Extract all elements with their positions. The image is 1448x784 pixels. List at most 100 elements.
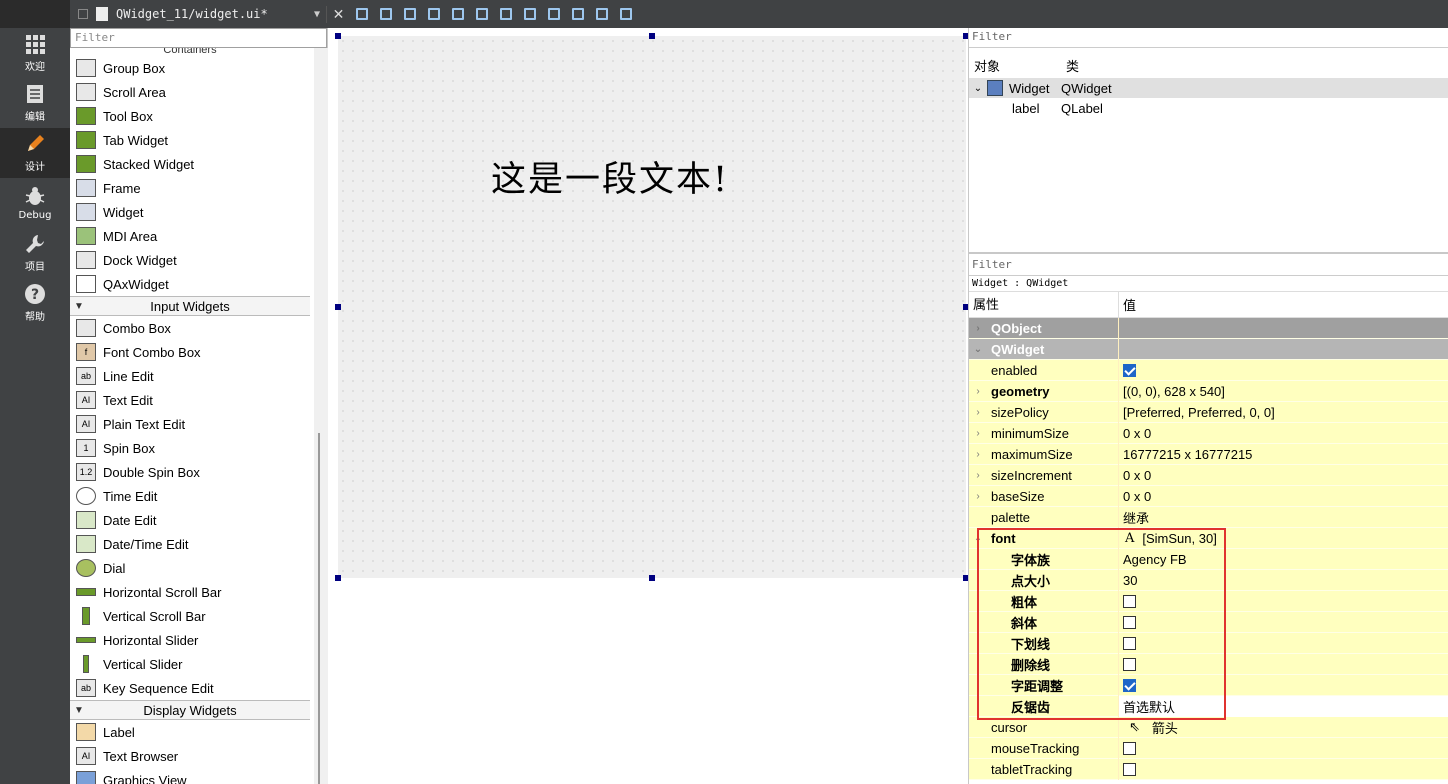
widget-item-double-spin-box[interactable]: 1.2 Double Spin Box — [70, 460, 310, 484]
widget-item-plain-text-edit[interactable]: AI Plain Text Edit — [70, 412, 310, 436]
mode-welcome[interactable]: 欢迎 — [0, 28, 70, 78]
property-row-cursor[interactable]: cursor ⇖ 箭头 — [969, 716, 1448, 738]
column-property[interactable]: 属性 — [969, 291, 1119, 318]
category-header-containers[interactable]: Containers — [70, 48, 310, 56]
property-row-geometry[interactable]: › geometry [(0, 0), 628 x 540] — [969, 380, 1448, 402]
resize-handle[interactable] — [649, 575, 655, 581]
mode-debug[interactable]: Debug — [0, 178, 70, 228]
property-row-sizepolicy[interactable]: › sizePolicy [Preferred, Preferred, 0, 0] — [969, 401, 1448, 423]
widget-item-combo-box[interactable]: Combo Box — [70, 316, 310, 340]
widget-item-key-sequence-edit[interactable]: ab Key Sequence Edit — [70, 676, 310, 700]
property-value[interactable]: 首选默认 — [1119, 695, 1448, 717]
property-value[interactable]: 30 — [1119, 573, 1137, 588]
category-header-input-widgets[interactable]: ▼ Input Widgets — [70, 296, 310, 316]
adjust-size-button[interactable] — [615, 5, 637, 23]
widget-item-qaxwidget[interactable]: QAxWidget — [70, 272, 310, 296]
property-row-bold[interactable]: 粗体 — [969, 590, 1448, 612]
property-value[interactable]: [Preferred, Preferred, 0, 0] — [1119, 405, 1275, 420]
property-row-basesize[interactable]: › baseSize 0 x 0 — [969, 485, 1448, 507]
mode-design[interactable]: 设计 — [0, 128, 70, 178]
property-row-italic[interactable]: 斜体 — [969, 611, 1448, 633]
widget-item-line-edit[interactable]: ab Line Edit — [70, 364, 310, 388]
widget-item-label[interactable]: Label — [70, 720, 310, 744]
widget-item-widget[interactable]: Widget — [70, 200, 310, 224]
mousetracking-checkbox[interactable] — [1123, 741, 1136, 755]
property-row-strikeout[interactable]: 删除线 — [969, 653, 1448, 675]
property-row-minimumsize[interactable]: › minimumSize 0 x 0 — [969, 422, 1448, 444]
resize-handle[interactable] — [649, 33, 655, 39]
resize-handle[interactable] — [335, 304, 341, 310]
layout-hsplitter-button[interactable] — [495, 5, 517, 23]
widget-item-spin-box[interactable]: 1 Spin Box — [70, 436, 310, 460]
bold-checkbox[interactable] — [1123, 594, 1136, 608]
underline-checkbox[interactable] — [1123, 636, 1136, 650]
widget-item-vertical-scroll-bar[interactable]: Vertical Scroll Bar — [70, 604, 310, 628]
property-value[interactable]: 继承 — [1119, 508, 1149, 527]
mode-edit[interactable]: 编辑 — [0, 78, 70, 128]
column-value[interactable]: 值 — [1119, 295, 1136, 314]
widget-item-font-combo-box[interactable]: f Font Combo Box — [70, 340, 310, 364]
property-row-tablettracking[interactable]: tabletTracking — [969, 758, 1448, 780]
widget-item-scroll-area[interactable]: Scroll Area — [70, 80, 310, 104]
widget-item-stacked-widget[interactable]: Stacked Widget — [70, 152, 310, 176]
category-header-display-widgets[interactable]: ▼ Display Widgets — [70, 700, 310, 720]
column-class[interactable]: 类 — [1061, 56, 1079, 75]
edit-buddies-button[interactable] — [399, 5, 421, 23]
resize-handle[interactable] — [335, 575, 341, 581]
tablettracking-checkbox[interactable] — [1123, 762, 1136, 776]
layout-form-button[interactable] — [543, 5, 565, 23]
label-widget[interactable]: 这是一段文本! — [491, 151, 729, 202]
widget-item-time-edit[interactable]: Time Edit — [70, 484, 310, 508]
property-row-palette[interactable]: palette 继承 — [969, 506, 1448, 528]
property-value[interactable]: 0 x 0 — [1119, 426, 1151, 441]
widget-item-tab-widget[interactable]: Tab Widget — [70, 128, 310, 152]
property-row-maximumsize[interactable]: › maximumSize 16777215 x 16777215 — [969, 443, 1448, 465]
widget-item-frame[interactable]: Frame — [70, 176, 310, 200]
widget-item-datetime-edit[interactable]: Date/Time Edit — [70, 532, 310, 556]
property-row-mousetracking[interactable]: mouseTracking — [969, 737, 1448, 759]
widget-item-horizontal-slider[interactable]: Horizontal Slider — [70, 628, 310, 652]
widget-item-mdi-area[interactable]: MDI Area — [70, 224, 310, 248]
property-row-enabled[interactable]: enabled — [969, 359, 1448, 381]
form-widget[interactable]: 这是一段文本! — [338, 36, 966, 578]
object-row-widget[interactable]: ⌄ Widget QWidget — [969, 78, 1448, 98]
dock-splitter[interactable] — [969, 252, 1448, 254]
property-row-font[interactable]: ⌄ font A [SimSun, 30] — [969, 527, 1448, 549]
property-value[interactable]: 0 x 0 — [1119, 489, 1151, 504]
property-value[interactable]: 箭头 — [1152, 718, 1178, 737]
widget-item-text-browser[interactable]: AI Text Browser — [70, 744, 310, 768]
property-filter-input[interactable]: Filter — [969, 256, 1448, 276]
edit-tab-order-button[interactable] — [423, 5, 445, 23]
break-layout-button[interactable] — [591, 5, 613, 23]
widget-item-tool-box[interactable]: Tool Box — [70, 104, 310, 128]
property-value[interactable]: 0 x 0 — [1119, 468, 1151, 483]
widget-item-horizontal-scroll-bar[interactable]: Horizontal Scroll Bar — [70, 580, 310, 604]
property-row-point-size[interactable]: 点大小 30 — [969, 569, 1448, 591]
property-group-qobject[interactable]: › QObject — [969, 317, 1448, 339]
property-row-font-family[interactable]: 字体族 Agency FB — [969, 548, 1448, 570]
widget-item-graphics-view[interactable]: Graphics View — [70, 768, 310, 784]
mode-projects[interactable]: 项目 — [0, 228, 70, 278]
widget-item-vertical-slider[interactable]: Vertical Slider — [70, 652, 310, 676]
widget-item-text-edit[interactable]: AI Text Edit — [70, 388, 310, 412]
property-row-underline[interactable]: 下划线 — [969, 632, 1448, 654]
property-value[interactable]: [SimSun, 30] — [1142, 531, 1216, 546]
property-value[interactable]: [(0, 0), 628 x 540] — [1119, 384, 1225, 399]
resize-handle[interactable] — [335, 33, 341, 39]
strikeout-checkbox[interactable] — [1123, 657, 1136, 671]
property-group-qwidget[interactable]: ⌄ QWidget — [969, 338, 1448, 360]
kerning-checkbox[interactable] — [1123, 678, 1136, 692]
layout-vsplitter-button[interactable] — [519, 5, 541, 23]
mode-help[interactable]: ? 帮助 — [0, 278, 70, 328]
scrollbar-thumb[interactable] — [318, 433, 320, 784]
layout-horizontal-button[interactable] — [447, 5, 469, 23]
edit-widgets-button[interactable] — [351, 5, 373, 23]
layout-grid-button[interactable] — [567, 5, 589, 23]
object-row-label[interactable]: label QLabel — [969, 98, 1448, 118]
widget-item-dial[interactable]: Dial — [70, 556, 310, 580]
widget-filter-input[interactable]: Filter — [70, 28, 327, 48]
property-row-antialiasing[interactable]: 反锯齿 首选默认 — [969, 695, 1448, 717]
property-value[interactable]: Agency FB — [1119, 552, 1187, 567]
property-row-sizeincrement[interactable]: › sizeIncrement 0 x 0 — [969, 464, 1448, 486]
enabled-checkbox[interactable] — [1123, 363, 1136, 377]
